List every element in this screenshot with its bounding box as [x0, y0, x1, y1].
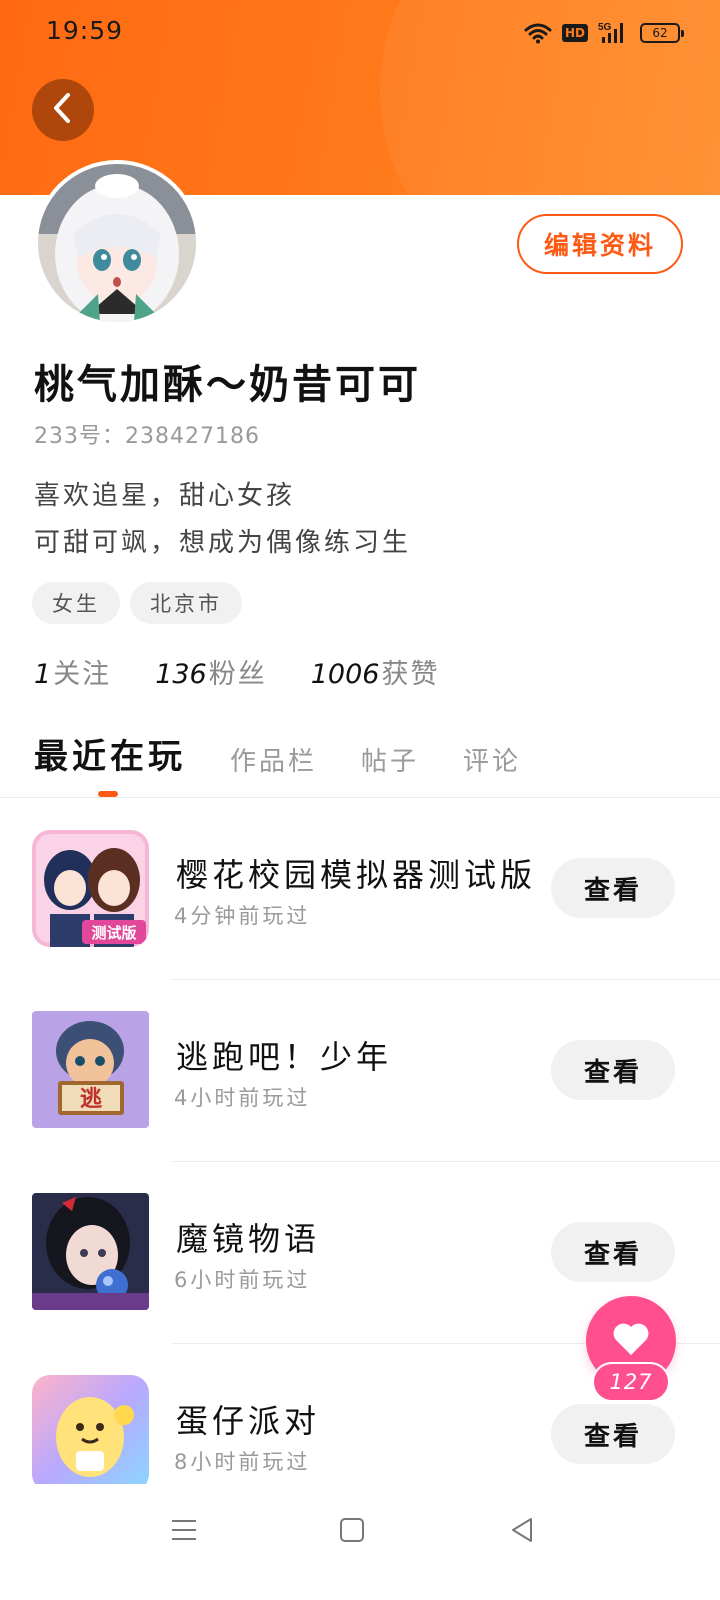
game-icon-mirror [32, 1193, 149, 1310]
tab-recently-played[interactable]: 最近在玩 [34, 729, 186, 778]
game-played-time: 4分钟前玩过 [174, 904, 311, 928]
status-time: 19:59 [46, 16, 124, 45]
game-name: 魔镜物语 [176, 1220, 321, 1258]
likes-label: 获赞 [381, 659, 440, 690]
system-navigation-bar [0, 1484, 720, 1600]
game-played-time: 6小时前玩过 [174, 1268, 311, 1292]
likes-count: 1006 [310, 659, 380, 690]
bio: 喜欢追星，甜心女孩 可甜可飒，想成为偶像练习生 [34, 473, 411, 567]
fans-label: 粉丝 [208, 659, 267, 690]
game-badge-text: 逃 [80, 1087, 103, 1112]
back-triangle-icon[interactable] [500, 1508, 544, 1552]
likes-stat: 1006获赞 [311, 652, 440, 691]
avatar[interactable] [34, 160, 200, 326]
game-played-time: 4小时前玩过 [174, 1086, 311, 1110]
game-icon-escape: 逃 [32, 1011, 149, 1128]
edit-profile-button[interactable]: 编辑资料 [517, 214, 683, 274]
profile-tags: 女生 北京市 [32, 582, 242, 624]
tab-comments[interactable]: 评论 [463, 741, 521, 778]
view-button[interactable]: 查看 [551, 1404, 675, 1464]
wifi-icon [524, 22, 552, 44]
game-icon-sakura: 测试版 [32, 830, 149, 947]
fans-stat[interactable]: 136粉丝 [155, 652, 267, 691]
chevron-left-icon [50, 91, 76, 129]
list-item[interactable]: 测试版 樱花校园模拟器测试版 4分钟前玩过 查看 [0, 798, 720, 980]
back-button[interactable] [32, 79, 94, 141]
heart-icon [611, 1321, 651, 1361]
game-badge-text: 测试版 [91, 924, 136, 942]
game-name: 逃跑吧！少年 [176, 1038, 393, 1076]
list-item[interactable]: 逃 逃跑吧！少年 4小时前玩过 查看 [0, 980, 720, 1162]
following-stat[interactable]: 1关注 [34, 652, 111, 691]
view-button[interactable]: 查看 [551, 1222, 675, 1282]
tab-works[interactable]: 作品栏 [230, 741, 317, 778]
status-icons: HD 5G 62 [524, 18, 684, 48]
view-button[interactable]: 查看 [551, 858, 675, 918]
like-count: 127 [592, 1362, 670, 1402]
svg-text:5G: 5G [598, 22, 612, 33]
game-played-time: 8小时前玩过 [174, 1450, 311, 1474]
bio-line: 可甜可飒，想成为偶像练习生 [34, 528, 412, 558]
view-button[interactable]: 查看 [551, 1040, 675, 1100]
location-tag: 北京市 [130, 582, 242, 624]
fans-count: 136 [155, 659, 207, 690]
hd-icon: HD [561, 24, 588, 42]
game-icon-eggy [32, 1375, 149, 1492]
username: 桃气加酥～奶昔可可 [34, 362, 421, 408]
profile-tabs: 最近在玩 作品栏 帖子 评论 [34, 728, 521, 778]
profile-stats: 1关注 136粉丝 1006获赞 [34, 652, 439, 691]
user-id: 233号：238427186 [34, 424, 260, 449]
following-label: 关注 [53, 659, 112, 690]
following-count: 1 [34, 659, 52, 690]
tab-posts[interactable]: 帖子 [361, 741, 419, 778]
status-bar: 19:59 HD 5G 62 [0, 0, 720, 64]
gender-tag: 女生 [32, 582, 120, 624]
bio-line: 喜欢追星，甜心女孩 [34, 481, 296, 511]
home-icon[interactable] [330, 1508, 374, 1552]
game-name: 樱花校园模拟器测试版 [176, 856, 537, 894]
battery-icon: 62 [640, 23, 684, 43]
signal-icon: 5G [598, 21, 630, 45]
menu-icon[interactable] [162, 1508, 206, 1552]
game-name: 蛋仔派对 [176, 1402, 321, 1440]
